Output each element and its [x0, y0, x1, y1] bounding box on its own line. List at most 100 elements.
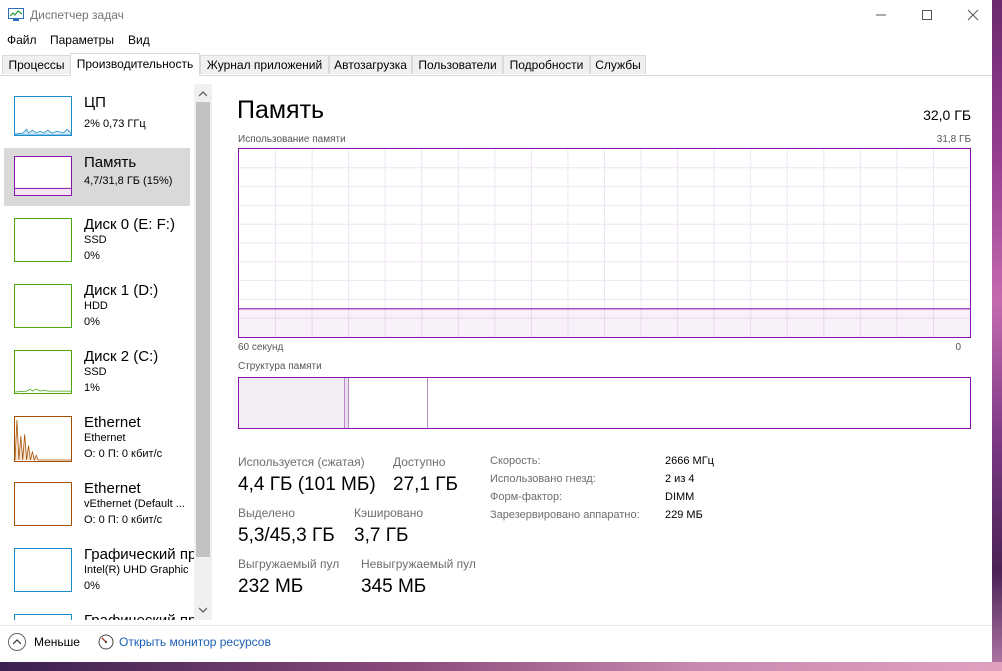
minimize-icon	[876, 14, 886, 16]
total-memory: 32,0 ГБ	[923, 107, 971, 123]
maximize-icon	[922, 10, 932, 20]
available-label: Доступно	[393, 455, 446, 469]
sidebar-item-disk-1[interactable]: Диск 1 (D:) HDD 0%	[4, 274, 190, 332]
ethernet1-thumbnail-graph	[14, 416, 72, 462]
sidebar-item-label: Диск 1 (D:)	[84, 282, 159, 299]
minimize-button[interactable]	[858, 0, 904, 30]
menu-view[interactable]: Вид	[128, 33, 150, 47]
committed-value: 5,3/45,3 ГБ	[238, 525, 335, 546]
tab-app-history[interactable]: Журнал приложений	[200, 55, 329, 74]
open-resource-monitor-link[interactable]: Открыть монитор ресурсов	[119, 635, 271, 649]
form-factor-label: Форм-фактор:	[490, 491, 563, 503]
available-value: 27,1 ГБ	[393, 474, 459, 495]
sidebar-item-label: Графический пр	[84, 612, 196, 620]
sidebar-item-label: Память	[84, 154, 137, 171]
tab-performance[interactable]: Производительность	[70, 53, 200, 76]
sidebar-item-label: Диск 2 (C:)	[84, 348, 159, 365]
sidebar-item-detail: 0%	[84, 580, 100, 592]
chevron-up-icon	[13, 639, 21, 645]
title-bar[interactable]: Диспетчер задач	[0, 0, 992, 30]
sidebar-item-ethernet-2[interactable]: Ethernet vEthernet (Default ... О: 0 П: …	[4, 472, 190, 530]
sidebar-item-detail: 1%	[84, 382, 100, 394]
paged-pool-value: 232 МБ	[238, 576, 304, 597]
page-title: Память	[237, 96, 325, 124]
sidebar-item-type: SSD	[84, 366, 107, 378]
graph-time-start: 60 секунд	[238, 342, 284, 353]
memory-composition-bar	[238, 377, 971, 429]
sidebar-item-gpu-1[interactable]: Графический пр	[4, 604, 196, 620]
gpu1-thumbnail-graph	[14, 614, 72, 620]
committed-label: Выделено	[238, 506, 295, 520]
scroll-up-arrow-icon[interactable]	[194, 86, 212, 102]
menu-bar: Файл Параметры Вид	[0, 30, 992, 50]
close-icon	[967, 9, 979, 21]
gpu0-thumbnail-graph	[14, 548, 72, 592]
sidebar-item-adapter: vEthernet (Default ...	[84, 498, 185, 510]
form-factor-value: DIMM	[665, 491, 695, 503]
footer-bar: Меньше Открыть монитор ресурсов	[0, 625, 992, 663]
sidebar-item-detail: О: 0 П: 0 кбит/с	[84, 514, 163, 526]
memory-usage-max: 31,8 ГБ	[936, 134, 971, 145]
fewer-details-button[interactable]	[8, 633, 26, 651]
window-title: Диспетчер задач	[30, 8, 124, 22]
sidebar-item-memory[interactable]: Память 4,7/31,8 ГБ (15%)	[4, 148, 190, 206]
tab-services[interactable]: Службы	[590, 55, 646, 74]
in-use-value: 4,4 ГБ (101 МБ)	[238, 474, 376, 495]
task-manager-window: Диспетчер задач Файл Параметры Вид Проце…	[0, 0, 992, 662]
sidebar-item-detail: 0%	[84, 250, 100, 262]
resource-monitor-icon	[98, 634, 114, 650]
tab-details[interactable]: Подробности	[503, 55, 590, 74]
paged-pool-label: Выгружаемый пул	[238, 557, 340, 571]
memory-thumbnail-graph	[14, 156, 72, 196]
sidebar-item-ethernet-1[interactable]: Ethernet Ethernet О: 0 П: 0 кбит/с	[4, 406, 190, 464]
composition-standby	[349, 378, 428, 428]
sidebar-item-disk-2[interactable]: Диск 2 (C:) SSD 1%	[4, 340, 190, 398]
menu-file[interactable]: Файл	[7, 33, 37, 47]
disk0-thumbnail-graph	[14, 218, 72, 262]
scrollbar-thumb[interactable]	[196, 102, 210, 557]
desktop-taskbar-edge	[0, 662, 1002, 671]
sidebar-item-detail: 0%	[84, 316, 100, 328]
sidebar-item-adapter: Ethernet	[84, 432, 126, 444]
scroll-down-arrow-icon[interactable]	[194, 602, 212, 618]
sidebar-item-label: ЦП	[84, 94, 106, 111]
memory-usage-label: Использование памяти	[238, 134, 346, 145]
sidebar-item-cpu[interactable]: ЦП 2% 0,73 ГГц	[4, 88, 190, 146]
speed-label: Скорость:	[490, 455, 541, 467]
tab-users[interactable]: Пользователи	[412, 55, 503, 74]
tab-startup[interactable]: Автозагрузка	[329, 55, 412, 74]
hardware-reserved-value: 229 МБ	[665, 509, 703, 521]
close-button[interactable]	[950, 0, 996, 30]
composition-in-use	[239, 378, 345, 428]
sidebar-item-disk-0[interactable]: Диск 0 (E: F:) SSD 0%	[4, 208, 190, 266]
sidebar-item-type: HDD	[84, 300, 108, 312]
memory-composition-label: Структура памяти	[238, 361, 322, 372]
nonpaged-pool-label: Невыгружаемый пул	[361, 557, 476, 571]
cached-value: 3,7 ГБ	[354, 525, 409, 546]
fewer-details-label[interactable]: Меньше	[34, 635, 80, 649]
sidebar-item-label: Ethernet	[84, 480, 141, 497]
memory-usage-graph	[238, 148, 971, 338]
sidebar-scrollbar[interactable]	[194, 84, 212, 620]
sidebar-item-adapter: Intel(R) UHD Graphic	[84, 564, 189, 576]
in-use-label: Используется (сжатая)	[238, 455, 365, 469]
sidebar-item-label: Графический пр	[84, 546, 197, 563]
memory-usage-fill	[239, 308, 970, 337]
cached-label: Кэшировано	[354, 506, 424, 520]
sidebar-item-detail: 4,7/31,8 ГБ (15%)	[84, 175, 173, 187]
menu-options[interactable]: Параметры	[50, 33, 114, 47]
sidebar-item-type: SSD	[84, 234, 107, 246]
tab-bar: Процессы Производительность Журнал прило…	[0, 53, 992, 76]
tab-processes[interactable]: Процессы	[2, 55, 71, 74]
maximize-button[interactable]	[904, 0, 950, 30]
slots-used-label: Использовано гнезд:	[490, 473, 596, 485]
sidebar-item-label: Диск 0 (E: F:)	[84, 216, 175, 233]
hardware-reserved-label: Зарезервировано аппаратно:	[490, 509, 640, 521]
sidebar-item-gpu-0[interactable]: Графический пр Intel(R) UHD Graphic 0%	[4, 538, 196, 596]
speed-value: 2666 МГц	[665, 455, 714, 467]
nonpaged-pool-value: 345 МБ	[361, 576, 427, 597]
slots-used-value: 2 из 4	[665, 473, 695, 485]
task-manager-icon	[8, 8, 24, 21]
sidebar-item-detail: 2% 0,73 ГГц	[84, 118, 146, 130]
cpu-thumbnail-graph	[14, 96, 72, 136]
